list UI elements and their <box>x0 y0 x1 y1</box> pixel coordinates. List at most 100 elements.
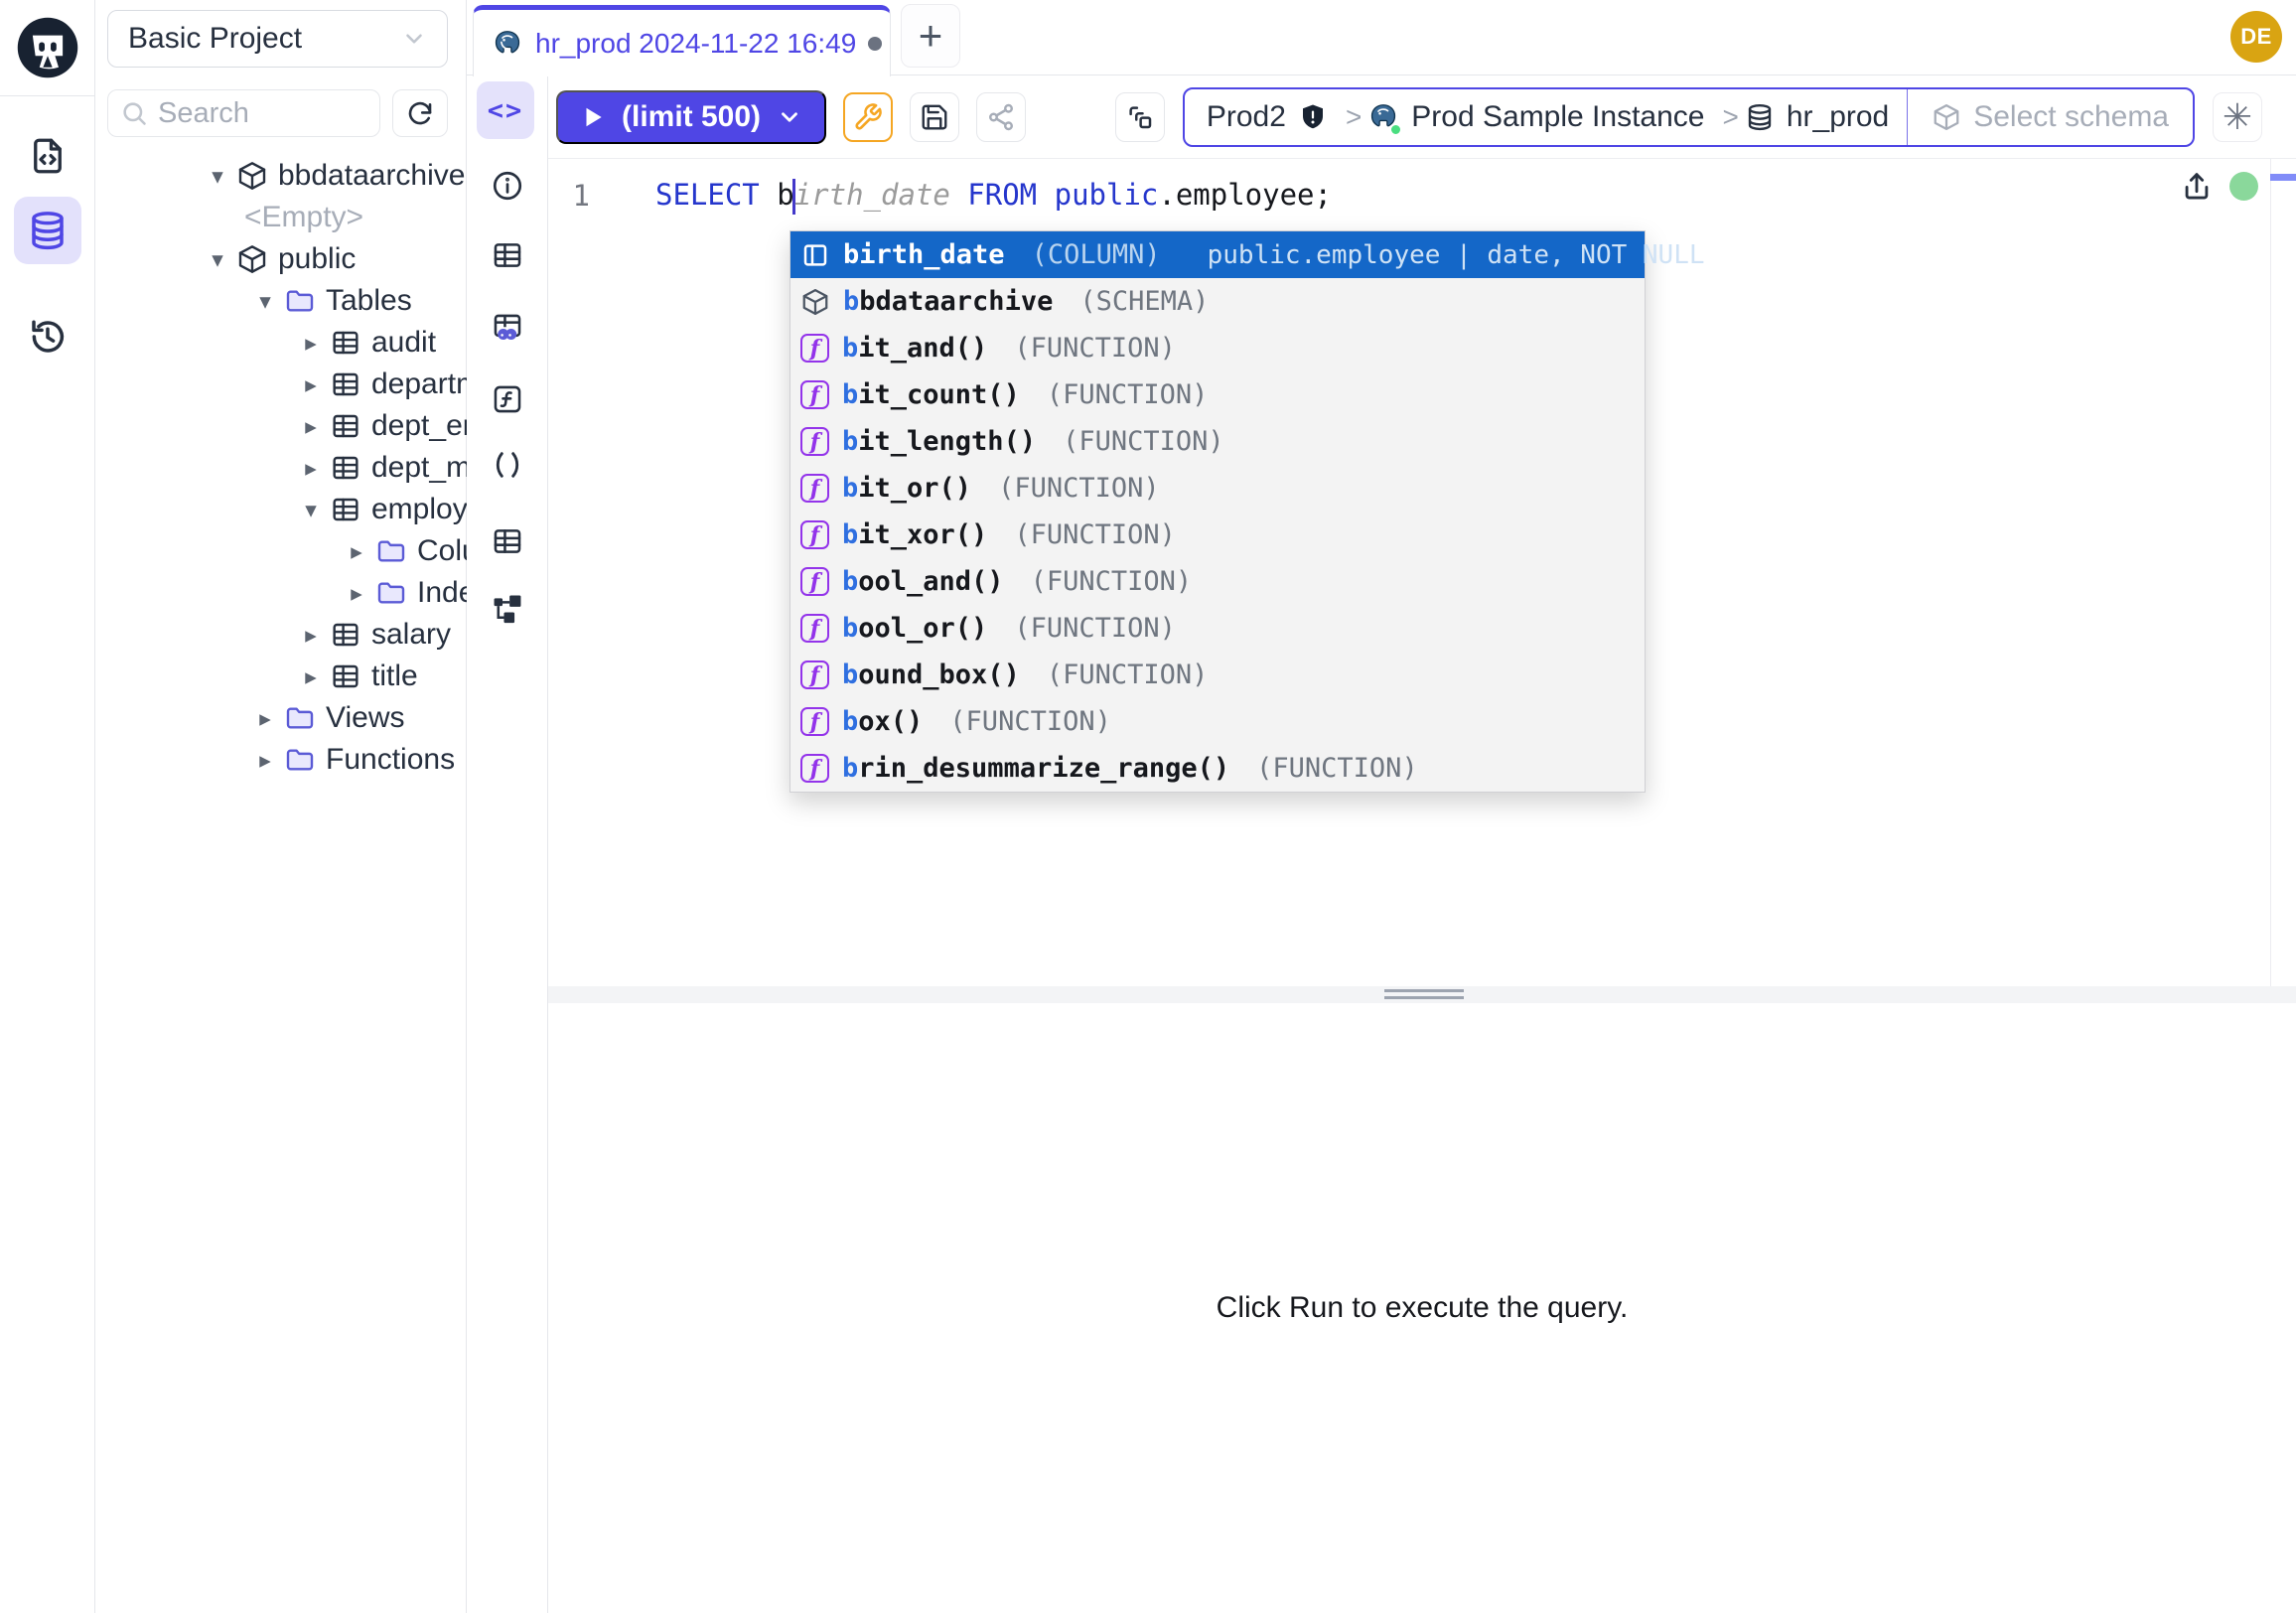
run-options-chevron-icon[interactable] <box>777 104 802 130</box>
cursor-position-marker <box>2270 174 2296 181</box>
upload-icon[interactable] <box>2180 169 2214 203</box>
user-avatar[interactable]: DE <box>2230 11 2282 63</box>
code-view-toggle[interactable]: <> <box>477 81 534 139</box>
search-box[interactable] <box>107 89 380 137</box>
breadcrumb-environment[interactable]: Prod2 <box>1207 100 1346 134</box>
tree-item-salary[interactable]: ▸salary <box>95 614 466 656</box>
tree-item-tables[interactable]: ▾Tables <box>95 280 466 322</box>
table-icon <box>330 494 361 525</box>
autocomplete-label: bool_and() <box>842 566 1004 597</box>
schema-selector[interactable]: Select schema <box>1908 100 2193 134</box>
table-detail-icon[interactable] <box>491 238 524 272</box>
autocomplete-item-bit-length-[interactable]: fbit_length()(FUNCTION) <box>790 418 1645 465</box>
tree-caret-icon[interactable]: ▾ <box>203 246 232 273</box>
autocomplete-item-bit-or-[interactable]: fbit_or()(FUNCTION) <box>790 465 1645 512</box>
tree-caret-icon[interactable]: ▸ <box>250 747 280 774</box>
function-badge-icon: f <box>800 707 829 736</box>
autocomplete-item-box-[interactable]: fbox()(FUNCTION) <box>790 698 1645 745</box>
tree-item--empty-[interactable]: <Empty> <box>95 197 466 238</box>
database-cylinder-icon <box>1745 102 1775 132</box>
switch-connection-button[interactable] <box>1115 92 1165 142</box>
table-masking-icon[interactable] <box>491 311 524 345</box>
tree-caret-icon[interactable]: ▸ <box>296 371 326 398</box>
tree-item-dept-mana-[interactable]: ▸dept_mana... <box>95 447 466 489</box>
new-tab-button[interactable]: + <box>901 4 960 68</box>
autocomplete-dropdown: birth_date(COLUMN)public.employee | date… <box>789 230 1646 793</box>
search-input[interactable] <box>158 97 367 130</box>
parentheses-icon[interactable] <box>491 448 524 482</box>
splitter-drag-handle[interactable] <box>1384 989 1464 1003</box>
info-icon[interactable] <box>491 169 524 203</box>
share-sheet-button[interactable] <box>976 92 1026 142</box>
autocomplete-item-bbdataarchive[interactable]: bbdataarchive(SCHEMA) <box>790 278 1645 325</box>
tree-caret-icon[interactable]: ▸ <box>342 580 371 607</box>
autocomplete-label: brin_desummarize_range() <box>842 753 1229 784</box>
tree-item-label: <Empty> <box>244 201 363 234</box>
tree-caret-icon[interactable]: ▸ <box>296 413 326 440</box>
tree-caret-icon[interactable]: ▸ <box>296 455 326 482</box>
sql-editor[interactable]: 1 SELECT birth_date FROM public.employee… <box>548 159 2296 986</box>
instance-status-dot <box>1389 123 1402 136</box>
table-data-icon[interactable] <box>491 524 524 558</box>
tree-item-views[interactable]: ▸Views <box>95 697 466 739</box>
autocomplete-label: bit_or() <box>842 473 971 504</box>
panel-splitter[interactable] <box>548 986 2296 1003</box>
wrench-icon <box>853 102 883 132</box>
tree-item-columns[interactable]: ▸Columns <box>95 530 466 572</box>
tree-caret-icon[interactable]: ▾ <box>296 497 326 523</box>
function-icon[interactable] <box>491 382 524 416</box>
autocomplete-item-bool-and-[interactable]: fbool_and()(FUNCTION) <box>790 558 1645 605</box>
refresh-button[interactable] <box>392 89 448 137</box>
code-token-plain: employee; <box>1176 178 1332 212</box>
tree-caret-icon[interactable]: ▾ <box>250 288 280 315</box>
autocomplete-item-brin-desummarize-range-[interactable]: fbrin_desummarize_range()(FUNCTION) <box>790 745 1645 792</box>
breadcrumb-database[interactable]: hr_prod <box>1745 100 1907 134</box>
autocomplete-item-bit-count-[interactable]: fbit_count()(FUNCTION) <box>790 371 1645 418</box>
switch-connection-icon <box>1125 102 1155 132</box>
connection-healthy-dot <box>2229 172 2258 201</box>
tree-caret-icon[interactable]: ▸ <box>296 330 326 357</box>
autocomplete-item-bit-xor-[interactable]: fbit_xor()(FUNCTION) <box>790 512 1645 558</box>
tree-item-public[interactable]: ▾ public <box>95 238 466 280</box>
app-logo[interactable] <box>0 0 94 96</box>
tree-caret-icon[interactable]: ▸ <box>296 663 326 690</box>
tree-item-audit[interactable]: ▸audit <box>95 322 466 364</box>
code-content: SELECT birth_date FROM public.employee; <box>616 178 1332 215</box>
tree-item-indexes[interactable]: ▸Indexes <box>95 572 466 614</box>
tree-item-department[interactable]: ▸department <box>95 364 466 405</box>
worksheet-tab[interactable]: hr_prod 2024-11-22 16:49 <box>473 5 891 76</box>
schema-cube-icon <box>800 287 830 317</box>
tree-item-title[interactable]: ▸title <box>95 656 466 697</box>
run-query-button[interactable]: (limit 500) <box>556 90 826 144</box>
project-selector[interactable]: Basic Project <box>107 10 448 68</box>
rail-item-databases[interactable] <box>14 197 81 264</box>
code-token-plain <box>1037 178 1054 212</box>
autocomplete-item-birth-date[interactable]: birth_date(COLUMN)public.employee | date… <box>790 231 1645 278</box>
tree-item-dept-emp[interactable]: ▸dept_emp <box>95 405 466 447</box>
autocomplete-item-bool-or-[interactable]: fbool_or()(FUNCTION) <box>790 605 1645 652</box>
tree-item-functions[interactable]: ▸Functions <box>95 739 466 781</box>
ai-assistant-button[interactable]: ✳ <box>2213 92 2262 142</box>
schema-placeholder: Select schema <box>1973 100 2169 134</box>
tree-item-employee[interactable]: ▾employee <box>95 489 466 530</box>
save-sheet-button[interactable] <box>910 92 959 142</box>
schema-diagram-icon[interactable] <box>491 592 524 626</box>
autocomplete-item-bound-box-[interactable]: fbound_box()(FUNCTION) <box>790 652 1645 698</box>
tree-caret-icon[interactable]: ▸ <box>250 705 280 732</box>
overview-ruler[interactable] <box>2270 159 2296 986</box>
breadcrumb-instance[interactable]: Prod Sample Instance <box>1367 100 1722 134</box>
tree-item-label: public <box>278 242 356 276</box>
tree-item-bbdataarchive[interactable]: ▾bbdataarchive <box>95 155 466 197</box>
connection-breadcrumb[interactable]: Prod2 > <box>1183 87 2195 147</box>
sidebar: Basic Project ▾bbdataarchi <box>95 0 467 1613</box>
tree-caret-icon[interactable]: ▸ <box>342 538 371 565</box>
function-badge-icon: f <box>800 520 829 549</box>
tree-caret-icon[interactable]: ▾ <box>203 163 232 190</box>
tree-caret-icon[interactable]: ▸ <box>296 622 326 649</box>
function-badge-icon: f <box>800 754 829 783</box>
format-sql-button[interactable] <box>843 92 893 142</box>
rail-item-worksheet[interactable] <box>14 122 81 190</box>
autocomplete-item-bit-and-[interactable]: fbit_and()(FUNCTION) <box>790 325 1645 371</box>
autocomplete-label: bound_box() <box>842 660 1020 690</box>
rail-item-history[interactable] <box>14 303 81 370</box>
